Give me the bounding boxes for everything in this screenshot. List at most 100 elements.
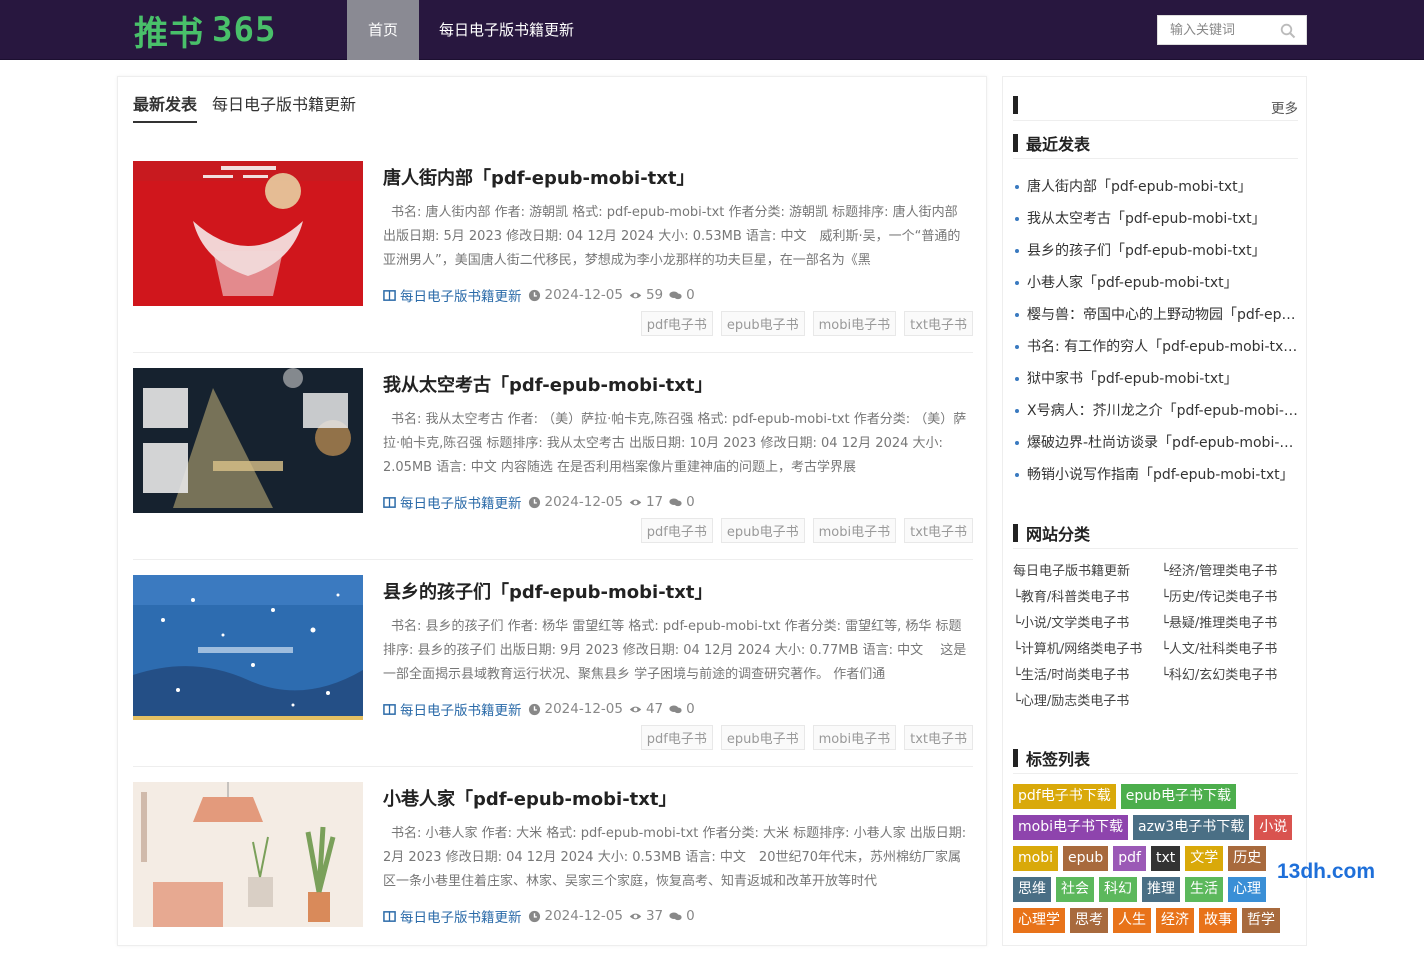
- recent-post-link[interactable]: X号病人：芥川龙之介「pdf-epub-mobi-txt」: [1013, 397, 1298, 429]
- recent-post-link[interactable]: 我从太空考古「pdf-epub-mobi-txt」: [1013, 205, 1298, 237]
- recent-posts-list: 唐人街内部「pdf-epub-mobi-txt」 我从太空考古「pdf-epub…: [1013, 173, 1298, 493]
- tag-link[interactable]: epub电子书: [720, 518, 805, 543]
- post-meta: 每日电子版书籍更新 2024-12-05 59 0: [383, 285, 695, 305]
- tag-cloud-item[interactable]: 人生: [1113, 908, 1151, 933]
- post-comments: 0: [686, 701, 695, 717]
- post-title[interactable]: 我从太空考古「pdf-epub-mobi-txt」: [383, 371, 973, 397]
- post-category-link[interactable]: 每日电子版书籍更新: [400, 699, 522, 719]
- category-link[interactable]: └心理/励志类电子书: [1013, 691, 1161, 712]
- post-thumbnail[interactable]: [133, 368, 363, 513]
- post-excerpt: 书名: 县乡的孩子们 作者: 杨华 雷望红等 格式: pdf-epub-mobi…: [383, 619, 967, 682]
- recent-post-link[interactable]: 小巷人家「pdf-epub-mobi-txt」: [1013, 269, 1298, 301]
- tag-link[interactable]: pdf电子书: [640, 518, 713, 543]
- main-nav: 首页 每日电子版书籍更新: [347, 0, 594, 60]
- category-link[interactable]: └计算机/网络类电子书: [1013, 639, 1161, 660]
- category-link[interactable]: └科幻/玄幻类电子书: [1161, 665, 1301, 686]
- tag-cloud-item[interactable]: 推理: [1142, 877, 1180, 902]
- post-title[interactable]: 小巷人家「pdf-epub-mobi-txt」: [383, 785, 973, 811]
- category-link[interactable]: 每日电子版书籍更新: [1013, 561, 1161, 582]
- search-icon[interactable]: [1280, 23, 1296, 39]
- tag-cloud-item[interactable]: epub电子书下载: [1120, 784, 1236, 809]
- nav-daily-updates[interactable]: 每日电子版书籍更新: [419, 0, 594, 60]
- category-link[interactable]: └小说/文学类电子书: [1013, 613, 1161, 634]
- tag-cloud-item[interactable]: 小说: [1254, 815, 1293, 840]
- post-views: 47: [645, 701, 664, 717]
- recent-post-link[interactable]: 畅销小说写作指南「pdf-epub-mobi-txt」: [1013, 461, 1298, 493]
- tag-cloud-item[interactable]: 文学: [1185, 846, 1224, 871]
- tag-cloud: pdf电子书下载 epub电子书下载 mobi电子书下载 azw3电子书下载 小说 mob…: [1013, 784, 1303, 933]
- sidebar-more-header: 更多: [1013, 87, 1298, 121]
- tag-cloud-item[interactable]: 科幻: [1099, 877, 1137, 902]
- tag-cloud-item[interactable]: 故事: [1199, 908, 1237, 933]
- sidebar: 更多 最近发表 唐人街内部「pdf-epub-mobi-txt」 我从太空考古「…: [1002, 76, 1307, 946]
- tag-cloud-item[interactable]: epub: [1062, 846, 1109, 871]
- tag-cloud-item[interactable]: 哲学: [1242, 908, 1280, 933]
- recent-post-link[interactable]: 县乡的孩子们「pdf-epub-mobi-txt」: [1013, 237, 1298, 269]
- recent-post-link[interactable]: 唐人街内部「pdf-epub-mobi-txt」: [1013, 173, 1298, 205]
- post-category-link[interactable]: 每日电子版书籍更新: [400, 906, 522, 926]
- post-category-link[interactable]: 每日电子版书籍更新: [400, 492, 522, 512]
- tag-link[interactable]: txt电子书: [904, 725, 973, 750]
- tag-cloud-item[interactable]: 思维: [1013, 877, 1051, 902]
- recent-post-link[interactable]: 樱与兽：帝国中心的上野动物园「pdf-epub-mobi-txt」: [1013, 301, 1298, 333]
- category-link[interactable]: └历史/传记类电子书: [1161, 587, 1301, 608]
- eye-icon: [629, 292, 642, 298]
- book-cover-image: [133, 161, 363, 306]
- more-link[interactable]: 更多: [1271, 97, 1298, 117]
- recent-post-link[interactable]: 爆破边界-杜尚访谈录「pdf-epub-mobi-txt」: [1013, 429, 1298, 461]
- post-thumbnail[interactable]: [133, 161, 363, 306]
- search-input[interactable]: [1158, 16, 1278, 44]
- heading-bar: [1013, 524, 1018, 542]
- tags-title: 标签列表: [1026, 750, 1091, 769]
- eye-icon: [629, 706, 642, 712]
- recent-post-link[interactable]: 书名: 有工作的穷人「pdf-epub-mobi-txt」: [1013, 333, 1298, 365]
- post-thumbnail[interactable]: [133, 782, 363, 927]
- tag-cloud-item[interactable]: pdf: [1113, 846, 1146, 871]
- category-link[interactable]: └经济/管理类电子书: [1161, 561, 1301, 582]
- tag-cloud-item[interactable]: pdf电子书下载: [1013, 784, 1116, 809]
- tag-cloud-item[interactable]: txt: [1150, 846, 1181, 871]
- tag-link[interactable]: mobi电子书: [812, 725, 897, 750]
- recent-post-link[interactable]: 狱中家书「pdf-epub-mobi-txt」: [1013, 365, 1298, 397]
- site-logo[interactable]: 推书 365: [134, 8, 277, 54]
- category-link[interactable]: └悬疑/推理类电子书: [1161, 613, 1301, 634]
- eye-icon: [629, 913, 642, 919]
- tag-link[interactable]: mobi电子书: [812, 518, 897, 543]
- eye-icon: [629, 499, 642, 505]
- post-category-link[interactable]: 每日电子版书籍更新: [400, 285, 522, 305]
- logo-text-num: 365: [212, 10, 277, 50]
- heading-bar: [1013, 96, 1018, 114]
- tab-daily-updates[interactable]: 每日电子版书籍更新: [212, 91, 356, 123]
- tag-cloud-item[interactable]: azw3电子书下载: [1132, 815, 1250, 840]
- tag-cloud-item[interactable]: 思考: [1070, 908, 1108, 933]
- tag-cloud-item[interactable]: 心理: [1228, 877, 1266, 902]
- tag-cloud-item[interactable]: mobi电子书下载: [1013, 815, 1128, 840]
- post-comments: 0: [686, 287, 695, 303]
- tag-link[interactable]: pdf电子书: [640, 311, 713, 336]
- tag-cloud-item[interactable]: 社会: [1056, 877, 1094, 902]
- tag-link[interactable]: pdf电子书: [640, 725, 713, 750]
- tab-latest[interactable]: 最新发表: [133, 91, 198, 123]
- category-link[interactable]: └人文/社科类电子书: [1161, 639, 1301, 660]
- tag-cloud-item[interactable]: mobi: [1013, 846, 1058, 871]
- category-link[interactable]: └生活/时尚类电子书: [1013, 665, 1161, 686]
- tag-cloud-item[interactable]: 经济: [1156, 908, 1194, 933]
- tag-link[interactable]: txt电子书: [904, 518, 973, 543]
- post-thumbnail[interactable]: [133, 575, 363, 720]
- nav-home[interactable]: 首页: [347, 0, 419, 60]
- tag-cloud-item[interactable]: 历史: [1228, 846, 1267, 871]
- category-link[interactable]: └教育/科普类电子书: [1013, 587, 1161, 608]
- tag-link[interactable]: txt电子书: [904, 311, 973, 336]
- tag-link[interactable]: epub电子书: [720, 311, 805, 336]
- tag-cloud-item[interactable]: 生活: [1185, 877, 1223, 902]
- tag-link[interactable]: mobi电子书: [812, 311, 897, 336]
- post-date: 2024-12-05: [544, 701, 623, 717]
- post-comments: 0: [686, 908, 695, 924]
- post-excerpt: 书名: 小巷人家 作者: 大米 格式: pdf-epub-mobi-txt 作者…: [383, 826, 967, 889]
- post-title[interactable]: 县乡的孩子们「pdf-epub-mobi-txt」: [383, 578, 973, 604]
- post-meta: 每日电子版书籍更新 2024-12-05 17 0: [383, 492, 695, 512]
- post-title[interactable]: 唐人街内部「pdf-epub-mobi-txt」: [383, 164, 973, 190]
- tag-link[interactable]: epub电子书: [720, 725, 805, 750]
- tag-cloud-item[interactable]: 心理学: [1013, 908, 1065, 933]
- comments-icon: [669, 911, 682, 920]
